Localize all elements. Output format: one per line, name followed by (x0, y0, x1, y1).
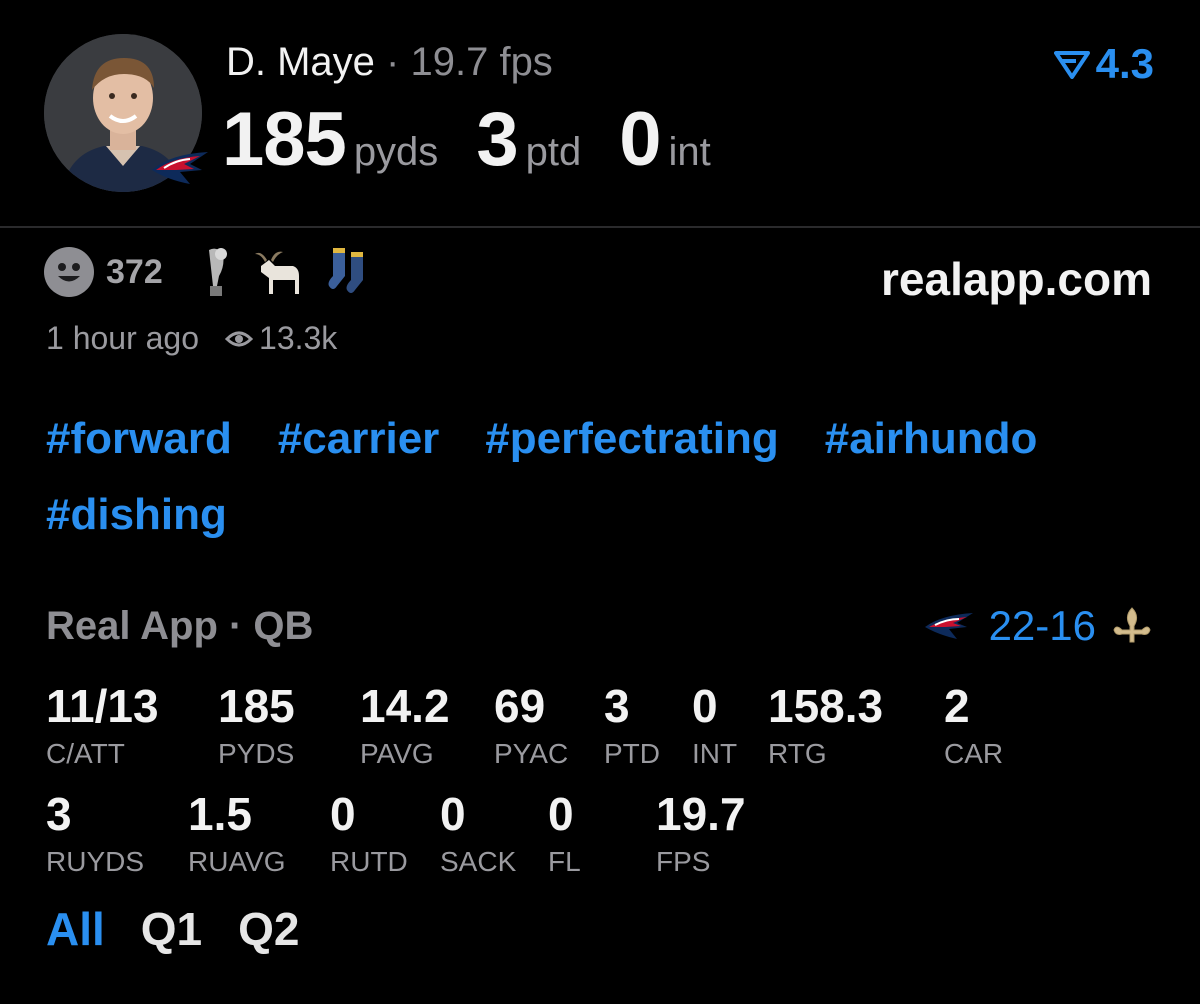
stat-label: INT (692, 738, 738, 769)
stat-cell: 0 SACK (440, 788, 516, 878)
game-score[interactable]: 22-16 (923, 602, 1152, 650)
stat-value: 185 (218, 680, 295, 732)
stat-value: 0 (330, 788, 356, 840)
stat-label: PTD (604, 738, 660, 769)
post-time: 1 hour ago (46, 320, 200, 356)
trophy-icon[interactable] (201, 246, 231, 298)
player-line: D. Maye · 19.7 fps (226, 40, 553, 85)
smiley-icon[interactable] (44, 247, 94, 297)
stat-label: RTG (768, 738, 827, 769)
rating-value: 4.3 (1095, 40, 1154, 87)
stat-value: 0 (692, 680, 718, 732)
stat-label: RUYDS (46, 846, 145, 877)
score-home: 22 (988, 602, 1036, 649)
reactions-bar[interactable]: 372 (44, 246, 395, 298)
patriots-logo-icon (152, 152, 208, 184)
stat-cell: 2 CAR (944, 680, 1003, 770)
goat-icon[interactable] (253, 246, 305, 298)
stat-label: PYDS (218, 738, 295, 769)
stat-cell: 11/13 C/ATT (46, 680, 159, 770)
patriots-logo-icon (924, 613, 973, 639)
fps-text: 19.7 fps (410, 40, 553, 84)
player-name[interactable]: D. Maye (226, 40, 375, 84)
hashtag[interactable]: #perfectrating (485, 414, 778, 464)
saints-logo-icon (1113, 607, 1151, 643)
stat-label: SACK (440, 846, 517, 877)
headline-stats: 185 pyds 3 ptd 0 int (222, 96, 749, 183)
rating-arrow-icon (1053, 51, 1090, 79)
stat-value: 14.2 (360, 680, 450, 732)
stat-cell: 185 PYDS (218, 680, 295, 770)
hashtag[interactable]: #dishing (46, 490, 227, 540)
stat-label: C/ATT (46, 738, 125, 769)
domain-link[interactable]: realapp.com (881, 252, 1152, 306)
stat-cell: 0 RUTD (330, 788, 408, 878)
stat-label: PYAC (494, 738, 569, 769)
hashtag[interactable]: #forward (46, 414, 232, 464)
stat-cell: 1.5 RUAVG (188, 788, 286, 878)
hashtag[interactable]: #carrier (278, 414, 439, 464)
headline-unit: pyds (353, 130, 439, 174)
stat-label: RUTD (330, 846, 408, 877)
stat-cell: 0 INT (692, 680, 737, 770)
stat-cell: 19.7 FPS (656, 788, 746, 878)
stat-value: 158.3 (768, 680, 884, 732)
stat-value: 0 (548, 788, 574, 840)
stat-value: 0 (440, 788, 466, 840)
tab-q1[interactable]: Q1 (141, 902, 202, 956)
stat-value: 3 (46, 788, 72, 840)
stat-label: PAVG (360, 738, 434, 769)
stat-cell: 3 PTD (604, 680, 660, 770)
divider (0, 226, 1200, 228)
stat-value: 3 (604, 680, 630, 732)
view-count: 13.3k (259, 320, 338, 356)
stat-label: RUAVG (188, 846, 286, 877)
score-dash: - (1035, 602, 1050, 649)
socks-icon[interactable] (327, 246, 373, 298)
stat-value: 2 (944, 680, 970, 732)
post-meta: 1 hour ago 13.3k (46, 320, 337, 357)
headline-value: 0 (619, 97, 661, 182)
headline-value: 185 (222, 97, 347, 182)
tab-q2[interactable]: Q2 (238, 902, 299, 956)
hashtag[interactable]: #airhundo (825, 414, 1038, 464)
reaction-count: 372 (106, 252, 163, 291)
stat-cell: 3 RUYDS (46, 788, 144, 878)
score-away: 16 (1049, 602, 1096, 649)
stat-value: 69 (494, 680, 546, 732)
stat-value: 1.5 (188, 788, 252, 840)
tab-all[interactable]: All (46, 902, 105, 956)
stat-value: 11/13 (46, 680, 159, 732)
game-label[interactable]: Real App · QB (46, 604, 313, 649)
quarter-filter-tabs: All Q1 Q2 (46, 902, 336, 956)
stat-cell: 0 FL (548, 788, 581, 878)
headline-unit: ptd (525, 130, 582, 174)
separator: · (374, 40, 411, 84)
stat-cell: 14.2 PAVG (360, 680, 450, 770)
hashtag-list: #forward #carrier #perfectrating #airhun… (46, 414, 1156, 540)
stat-label: FPS (656, 846, 711, 877)
stat-label: FL (548, 846, 581, 877)
stat-value: 19.7 (656, 788, 746, 840)
headline-unit: int (668, 130, 711, 174)
stat-cell: 158.3 RTG (768, 680, 883, 770)
rating-badge[interactable]: 4.3 (1053, 40, 1154, 88)
stat-label: CAR (944, 738, 1004, 769)
stat-cell: 69 PYAC (494, 680, 568, 770)
eye-icon (225, 331, 254, 346)
headline-value: 3 (476, 97, 518, 182)
